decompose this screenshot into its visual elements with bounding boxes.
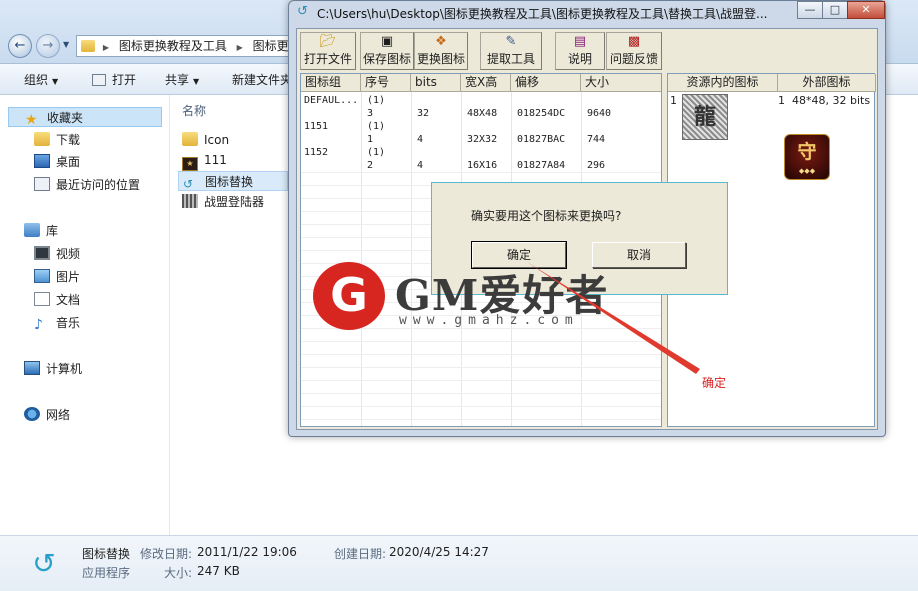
annotation-label: 确定: [702, 376, 727, 390]
annotation-arrow-icon: [527, 262, 700, 374]
